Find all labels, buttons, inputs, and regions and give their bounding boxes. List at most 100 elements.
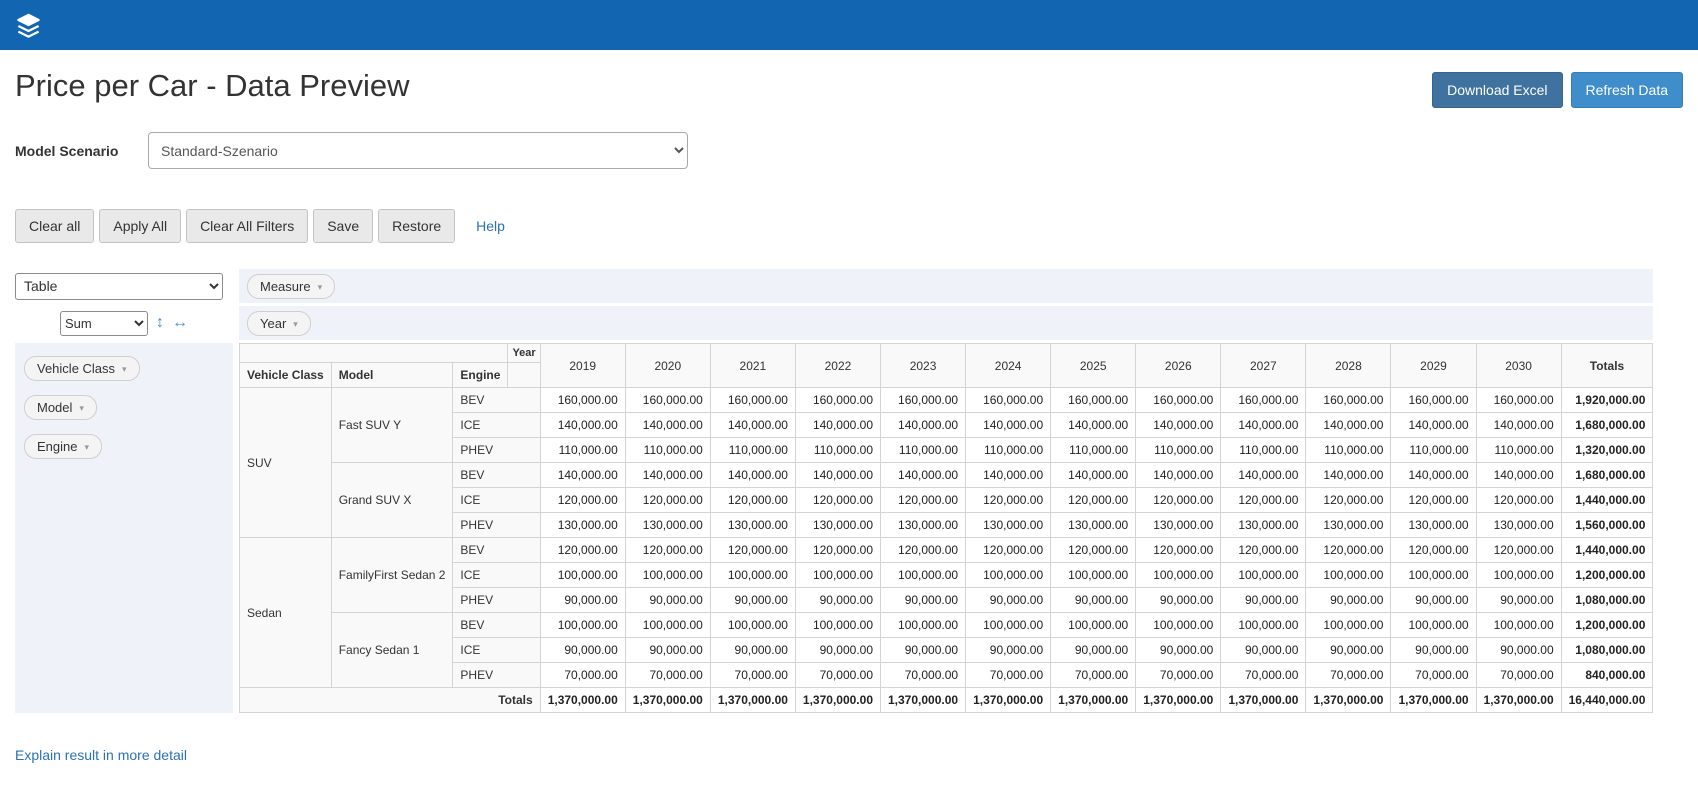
value-cell: 140,000.00 [1220, 462, 1307, 488]
table-row: Sedan FamilyFirst Sedan 2 BEV 120,000.00 120… [239, 537, 1654, 688]
value-cell: 100,000.00 [1135, 612, 1222, 638]
column-total-cell: 1,370,000.00 [1220, 687, 1307, 713]
value-cell: 90,000.00 [709, 637, 796, 663]
model-scenario-row: Model Scenario Standard-Szenario [15, 132, 1683, 169]
field-dropdown-triangle-icon[interactable]: ▾ [318, 282, 323, 292]
value-cell: 120,000.00 [794, 487, 882, 513]
value-cell: 120,000.00 [879, 537, 967, 563]
value-cell: 110,000.00 [709, 437, 796, 463]
value-cell: 90,000.00 [624, 637, 711, 663]
apply-all-button[interactable]: Apply All [99, 209, 182, 243]
value-cell: 90,000.00 [794, 637, 882, 663]
totals-col-header: Totals [1560, 343, 1654, 388]
year-col-header: 2020 [624, 343, 711, 388]
value-cell: 120,000.00 [1050, 537, 1137, 563]
field-model[interactable]: Model ▾ [24, 395, 97, 420]
value-cell: 110,000.00 [1050, 437, 1137, 463]
value-cell: 120,000.00 [1305, 487, 1392, 513]
value-cell: 130,000.00 [1050, 512, 1137, 538]
restore-button[interactable]: Restore [378, 209, 456, 243]
value-cell: 140,000.00 [709, 412, 796, 438]
explain-link[interactable]: Explain result in more detail [15, 747, 187, 763]
value-cell: 120,000.00 [794, 537, 882, 563]
value-cell: 120,000.00 [1305, 537, 1392, 563]
value-cell: 140,000.00 [1050, 462, 1137, 488]
field-dropdown-triangle-icon[interactable]: ▾ [79, 403, 84, 413]
value-cell: 120,000.00 [1135, 537, 1222, 563]
field-dropdown-triangle-icon[interactable]: ▾ [122, 364, 127, 374]
value-cell: 100,000.00 [879, 612, 967, 638]
aggregator-cell: Sum ↕ ↔ [15, 306, 233, 340]
field-year[interactable]: Year ▾ [247, 310, 311, 336]
value-cell: 70,000.00 [965, 662, 1052, 688]
refresh-data-button[interactable]: Refresh Data [1570, 72, 1683, 108]
column-total-cell: 1,370,000.00 [709, 687, 796, 713]
year-col-header: 2022 [794, 343, 882, 388]
year-col-header: 2028 [1305, 343, 1392, 388]
clear-all-filters-button[interactable]: Clear All Filters [186, 209, 309, 243]
value-cell: 130,000.00 [879, 512, 967, 538]
value-cell: 100,000.00 [794, 612, 882, 638]
column-total-cell: 1,370,000.00 [1390, 687, 1477, 713]
column-total-cell: 1,370,000.00 [965, 687, 1052, 713]
value-cell: 140,000.00 [1220, 412, 1307, 438]
field-measure[interactable]: Measure ▾ [247, 273, 336, 299]
row-total-cell: 1,680,000.00 [1560, 462, 1654, 488]
col-order-button[interactable]: ↔ [172, 315, 188, 331]
field-engine[interactable]: Engine ▾ [24, 434, 103, 459]
row-total-cell: 1,080,000.00 [1560, 637, 1654, 663]
engine-row-label: BEV [452, 462, 541, 488]
pivot-toolbar: Clear all Apply All Clear All Filters Save R… [15, 209, 1683, 243]
value-cell: 160,000.00 [1135, 387, 1222, 413]
corner-blank [238, 343, 509, 363]
field-dropdown-triangle-icon[interactable]: ▾ [293, 319, 298, 329]
year-col-header: 2023 [879, 343, 967, 388]
value-cell: 110,000.00 [965, 437, 1052, 463]
renderer-select[interactable]: Table [15, 272, 223, 300]
pivot-table-cell: Year 2019 2020 2021 2022 2023 2024 2025 2026 2027… [238, 343, 1654, 713]
row-order-button[interactable]: ↕ [156, 315, 164, 331]
value-cell: 140,000.00 [624, 412, 711, 438]
value-cell: 130,000.00 [794, 512, 882, 538]
value-cell: 140,000.00 [965, 412, 1052, 438]
value-cell: 130,000.00 [1220, 512, 1307, 538]
value-cell: 140,000.00 [1475, 462, 1562, 488]
model-scenario-select[interactable]: Standard-Szenario [148, 132, 688, 169]
value-cell: 100,000.00 [1305, 562, 1392, 588]
value-cell: 70,000.00 [1390, 662, 1477, 688]
totals-row: Totals 1,370,000.00 1,370,000.00 1,370,000.… [239, 687, 1654, 713]
value-cell: 110,000.00 [1390, 437, 1477, 463]
value-cell: 90,000.00 [1390, 587, 1477, 613]
value-cell: 70,000.00 [624, 662, 711, 688]
col-axis-label: Year [507, 343, 541, 363]
value-cell: 120,000.00 [1475, 537, 1562, 563]
download-excel-button[interactable]: Download Excel [1432, 72, 1563, 108]
field-vehicle-class[interactable]: Vehicle Class ▾ [24, 356, 140, 381]
column-total-cell: 1,370,000.00 [794, 687, 882, 713]
value-cell: 140,000.00 [1475, 412, 1562, 438]
value-cell: 120,000.00 [965, 487, 1052, 513]
value-cell: 70,000.00 [794, 662, 882, 688]
top-nav-bar [0, 0, 1698, 50]
help-link[interactable]: Help [476, 218, 505, 234]
field-label: Engine [37, 439, 78, 454]
column-total-cell: 1,370,000.00 [1135, 687, 1222, 713]
field-dropdown-triangle-icon[interactable]: ▾ [84, 442, 89, 452]
clear-all-button[interactable]: Clear all [15, 209, 95, 243]
pivot-ui: Table Measure ▾ Sum ↕ ↔ Year ▾ Vehicle Cla… [15, 269, 1683, 713]
aggregator-select[interactable]: Sum [60, 310, 148, 336]
year-col-header: 2024 [965, 343, 1052, 388]
year-col-header: 2025 [1050, 343, 1137, 388]
year-col-header: 2030 [1475, 343, 1562, 388]
row-total-cell: 1,680,000.00 [1560, 412, 1654, 438]
save-button[interactable]: Save [313, 209, 374, 243]
value-cell: 100,000.00 [709, 612, 796, 638]
value-cell: 160,000.00 [794, 387, 882, 413]
field-label: Vehicle Class [37, 361, 116, 376]
title-actions: Download Excel Refresh Data [1432, 72, 1683, 108]
value-cell: 120,000.00 [1475, 487, 1562, 513]
layers-logo-icon[interactable] [15, 12, 42, 39]
row-total-cell: 1,320,000.00 [1560, 437, 1654, 463]
value-cell: 90,000.00 [1475, 637, 1562, 663]
value-cell: 90,000.00 [1050, 587, 1137, 613]
